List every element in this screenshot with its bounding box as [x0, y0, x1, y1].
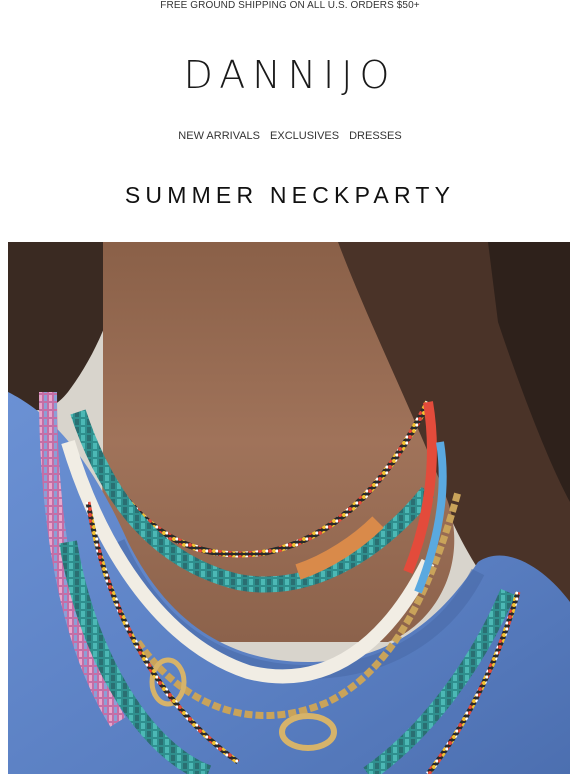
main-nav: NEW ARRIVALS EXCLUSIVES DRESSES: [0, 129, 580, 143]
campaign-headline: SUMMER NECKPARTY: [124, 182, 456, 208]
hero-image[interactable]: [8, 242, 570, 774]
shipping-banner-text: FREE GROUND SHIPPING ON ALL U.S. ORDERS …: [160, 0, 420, 11]
nav-exclusives[interactable]: EXCLUSIVES: [270, 129, 339, 143]
nav-new-arrivals[interactable]: NEW ARRIVALS: [178, 129, 260, 143]
hero-photo-illustration: [8, 242, 570, 774]
brand-logo[interactable]: DANNIJO: [0, 52, 580, 98]
nav-dresses[interactable]: DRESSES: [349, 129, 402, 143]
shipping-banner: FREE GROUND SHIPPING ON ALL U.S. ORDERS …: [0, 0, 580, 14]
